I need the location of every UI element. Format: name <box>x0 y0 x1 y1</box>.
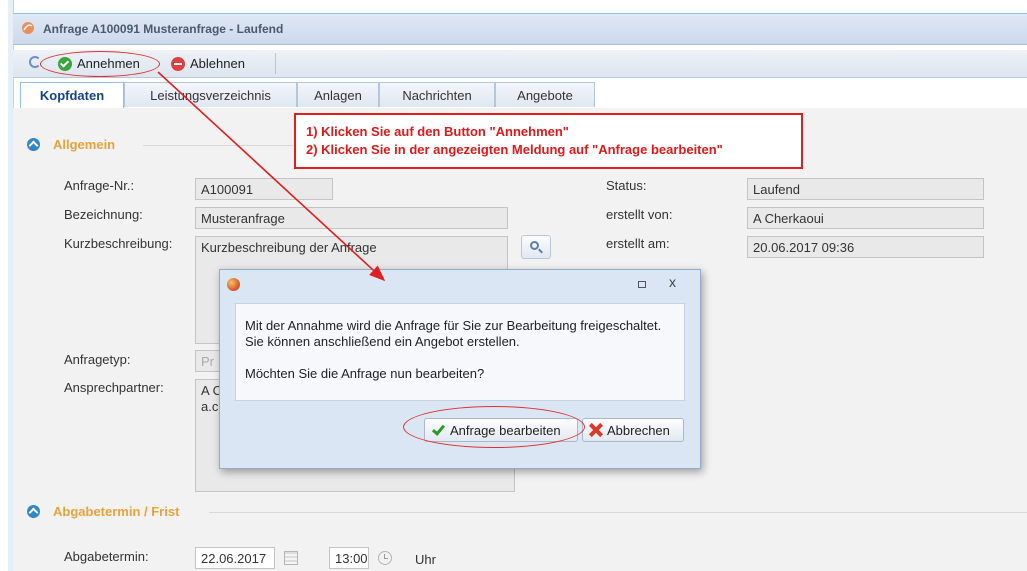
instruction-arrow <box>157 71 386 282</box>
